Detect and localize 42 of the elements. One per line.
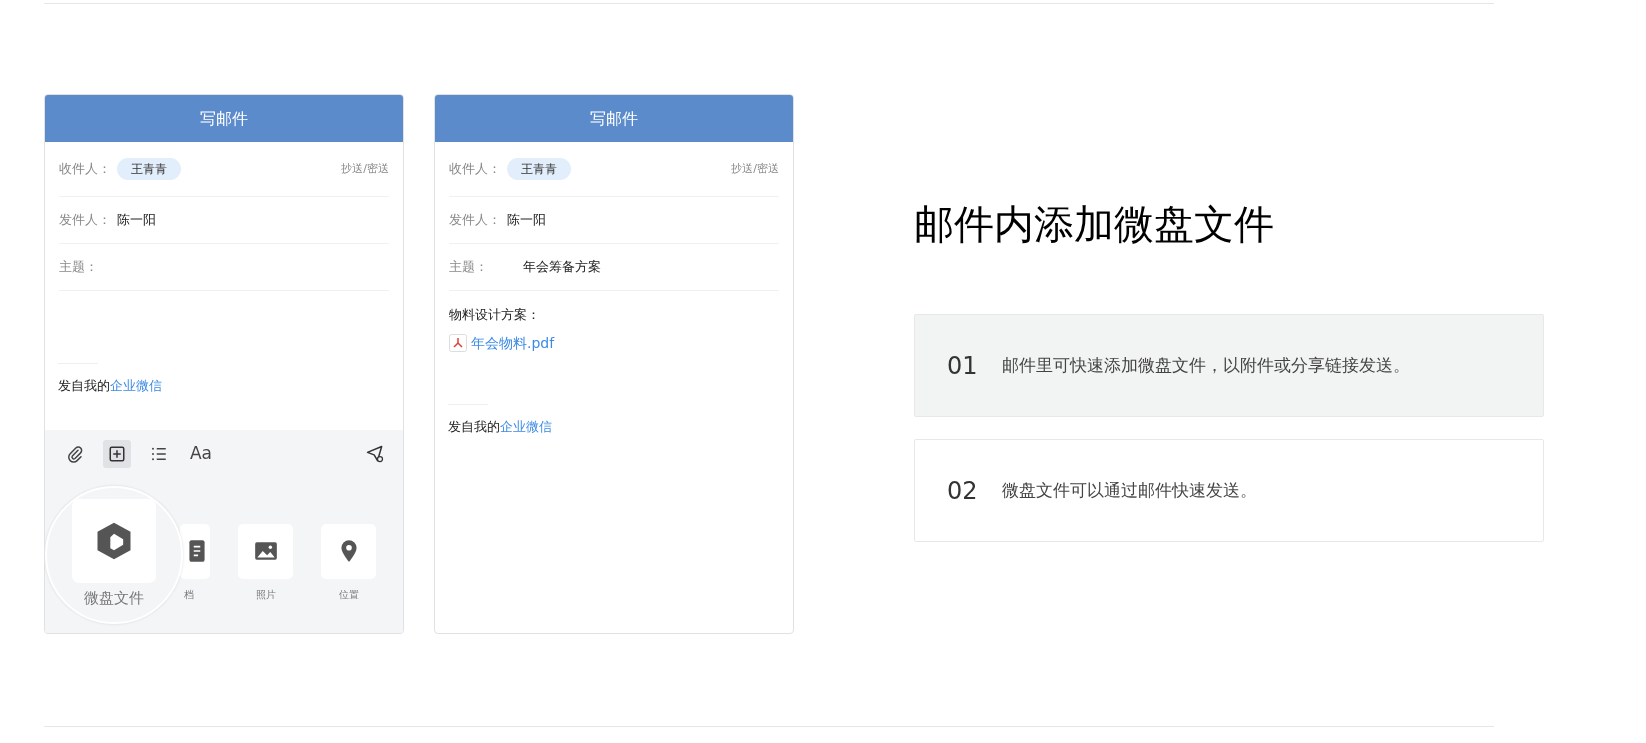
cc-bcc-link[interactable]: 抄送/密送 <box>341 160 389 178</box>
step-text: 微盘文件可以通过邮件快速发送。 <box>1002 478 1257 502</box>
tile-button[interactable] <box>321 523 376 579</box>
signature-text: 发自我的企业微信 <box>58 377 163 395</box>
field-label: 收件人： <box>59 160 112 179</box>
attachment-link[interactable]: 年会物料.pdf <box>471 332 555 354</box>
recipient-chip[interactable]: 王青青 <box>507 158 571 180</box>
compose-header: 写邮件 <box>435 95 793 142</box>
paperclip-icon <box>66 444 84 463</box>
toolbar-button[interactable] <box>103 439 131 468</box>
compose-header: 写邮件 <box>45 95 403 142</box>
tile-label: 微盘文件 <box>84 588 144 610</box>
sender-name: 陈一阳 <box>507 211 546 230</box>
field-label: 发件人： <box>59 211 112 230</box>
field-label: 收件人： <box>449 160 502 179</box>
step-card[interactable]: 02 微盘文件可以通过邮件快速发送。 <box>914 439 1544 542</box>
signature-link[interactable]: 企业微信 <box>500 418 552 434</box>
step-card[interactable]: 01 邮件里可快速添加微盘文件，以附件或分享链接发送。 <box>914 314 1544 417</box>
feature-title: 邮件内添加微盘文件 <box>914 200 1275 248</box>
send-icon[interactable] <box>365 444 385 464</box>
step-number: 02 <box>947 475 979 507</box>
tile-label: 照片 <box>255 587 276 602</box>
tile-button[interactable] <box>180 523 210 579</box>
subject-text: 年会筹备方案 <box>523 258 601 277</box>
pdf-file-icon <box>449 334 467 352</box>
tile-button[interactable] <box>238 523 293 579</box>
font-style-button[interactable]: Aa <box>187 439 215 468</box>
plus-square-icon <box>108 444 126 463</box>
field-label: 主题： <box>449 258 489 277</box>
tile-label: 档 <box>184 587 194 602</box>
sender-name: 陈一阳 <box>117 211 156 230</box>
step-text: 邮件里可快速添加微盘文件，以附件或分享链接发送。 <box>1002 353 1410 377</box>
tile-button[interactable] <box>72 499 156 584</box>
signature-text: 发自我的企业微信 <box>448 417 553 436</box>
tile-label: 位置 <box>338 587 359 602</box>
field-label: 发件人： <box>449 211 502 230</box>
recipient-chip[interactable]: 王青青 <box>117 158 181 180</box>
signature-link[interactable]: 企业微信 <box>110 378 162 393</box>
field-label: 主题： <box>59 258 99 277</box>
cc-bcc-link[interactable]: 抄送/密送 <box>731 160 779 178</box>
body-text: 物料设计方案： <box>449 306 541 324</box>
step-number: 01 <box>947 350 979 382</box>
